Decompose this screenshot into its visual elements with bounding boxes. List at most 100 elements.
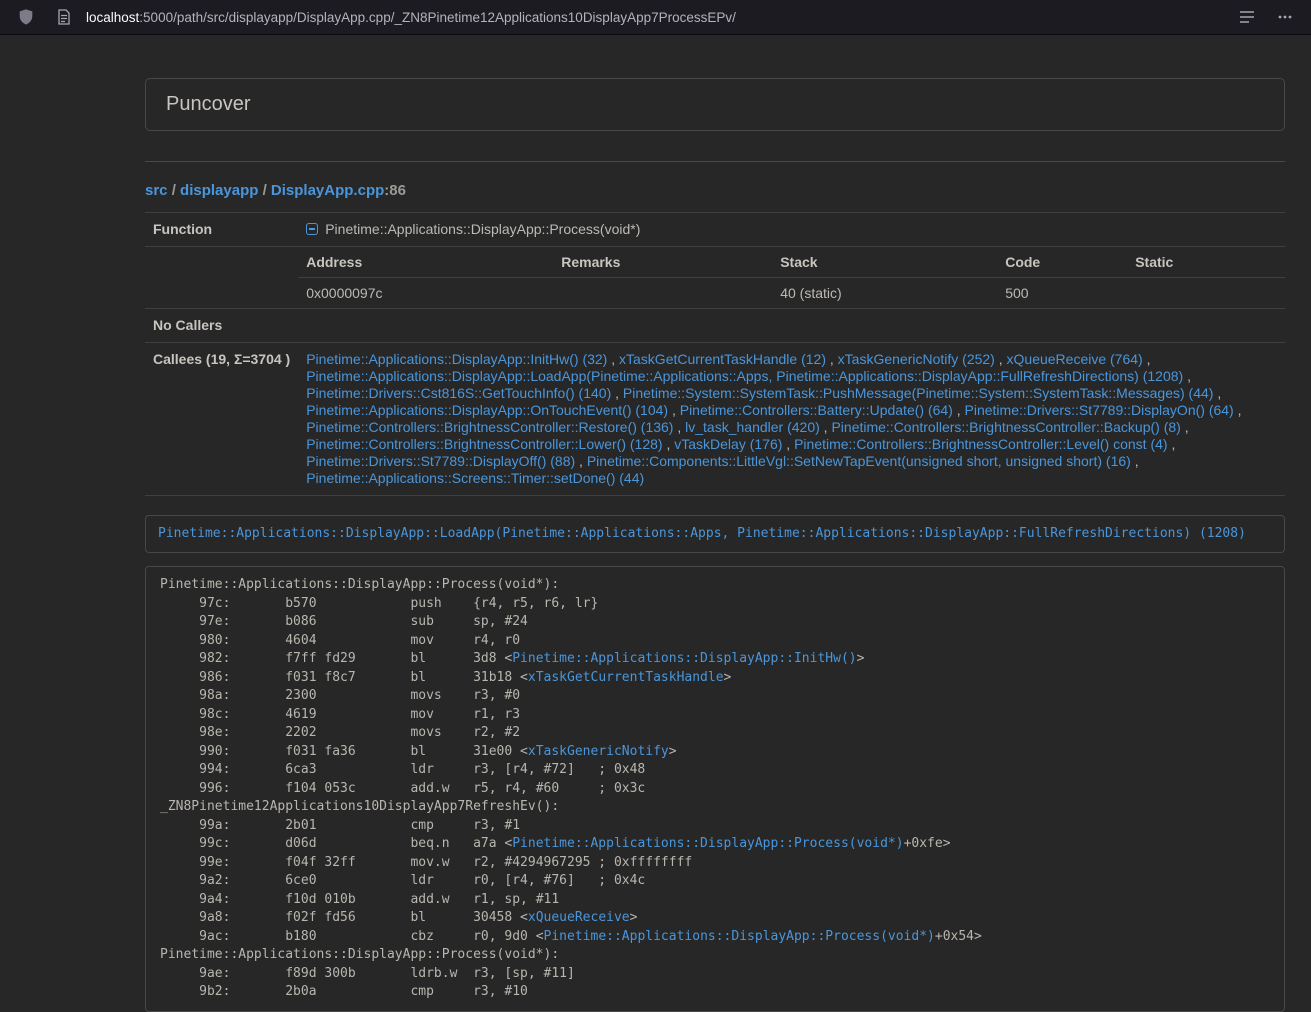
breadcrumb-line-number: :86 — [384, 182, 406, 199]
code-value: 500 — [997, 278, 1127, 309]
breadcrumb-separator: / — [258, 182, 271, 199]
callee-separator: , — [575, 453, 587, 469]
code-symbol-link[interactable]: Pinetime::Applications::DisplayApp::Init… — [512, 651, 856, 666]
callee-link[interactable]: Pinetime::Controllers::BrightnessControl… — [306, 419, 673, 435]
callee-separator: , — [820, 419, 832, 435]
browser-toolbar: localhost:5000/path/src/displayapp/Displ… — [0, 0, 1311, 35]
column-address: Address — [298, 247, 553, 278]
column-remarks: Remarks — [553, 247, 772, 278]
callee-separator: , — [1183, 368, 1191, 384]
callee-separator: , — [1234, 402, 1242, 418]
code-line: 980: 4604 mov r4, r0 — [160, 632, 1284, 651]
callee-link[interactable]: Pinetime::System::SystemTask::PushMessag… — [623, 385, 1214, 401]
code-line: 99c: d06d beq.n a7a <Pinetime::Applicati… — [160, 835, 1284, 854]
callee-separator: , — [1181, 419, 1189, 435]
metrics-value-row: 0x0000097c 40 (static) 500 — [298, 278, 1285, 309]
function-label: Function — [145, 213, 298, 247]
remarks-value — [553, 278, 772, 309]
callee-link[interactable]: Pinetime::Applications::Screens::Timer::… — [306, 470, 644, 486]
callee-separator: , — [668, 402, 680, 418]
callee-link[interactable]: vTaskDelay (176) — [674, 436, 782, 452]
callee-separator: , — [673, 419, 685, 435]
code-symbol-link[interactable]: xTaskGetCurrentTaskHandle — [528, 670, 724, 685]
reader-view-icon[interactable] — [1233, 3, 1261, 31]
url-host: localhost — [86, 10, 139, 25]
metrics-label-cell — [145, 247, 298, 309]
metrics-row: Address Remarks Stack Code Static 0x0000… — [145, 247, 1285, 309]
breadcrumb-link[interactable]: src — [145, 182, 168, 199]
callee-link[interactable]: Pinetime::Controllers::Battery::Update()… — [680, 402, 953, 418]
url-path: :5000/path/src/displayapp/DisplayApp.cpp… — [139, 10, 736, 25]
callee-link[interactable]: Pinetime::Drivers::St7789::DisplayOff() … — [306, 453, 575, 469]
callee-link[interactable]: xQueueReceive (764) — [1007, 351, 1143, 367]
code-symbol-link[interactable]: xTaskGenericNotify — [528, 744, 669, 759]
column-static: Static — [1127, 247, 1285, 278]
page-icon[interactable] — [50, 3, 78, 31]
highlighted-symbol-box: Pinetime::Applications::DisplayApp::Load… — [145, 515, 1285, 553]
no-callers-cell — [298, 309, 1285, 343]
code-line: 99e: f04f 32ff mov.w r2, #4294967295 ; 0… — [160, 854, 1284, 873]
code-line: 994: 6ca3 ldr r3, [r4, #72] ; 0x48 — [160, 761, 1284, 780]
callee-link[interactable]: Pinetime::Components::LittleVgl::SetNewT… — [587, 453, 1131, 469]
callee-link[interactable]: Pinetime::Controllers::BrightnessControl… — [831, 419, 1180, 435]
callee-separator: , — [607, 351, 619, 367]
code-symbol-link[interactable]: Pinetime::Applications::DisplayApp::Proc… — [544, 929, 935, 944]
more-menu-icon[interactable] — [1271, 3, 1299, 31]
function-row: Function Pinetime::Applications::Display… — [145, 213, 1285, 247]
function-name: Pinetime::Applications::DisplayApp::Proc… — [325, 221, 640, 237]
callee-link[interactable]: Pinetime::Controllers::BrightnessControl… — [306, 436, 662, 452]
callee-link[interactable]: Pinetime::Drivers::Cst816S::GetTouchInfo… — [306, 385, 611, 401]
breadcrumb-link[interactable]: displayapp — [180, 182, 258, 199]
column-code: Code — [997, 247, 1127, 278]
code-line: Pinetime::Applications::DisplayApp::Proc… — [160, 946, 1284, 965]
metrics-table: Address Remarks Stack Code Static 0x0000… — [298, 247, 1285, 308]
code-line: 97c: b570 push {r4, r5, r6, lr} — [160, 595, 1284, 614]
code-line: 982: f7ff fd29 bl 3d8 <Pinetime::Applica… — [160, 650, 1284, 669]
no-callers-row: No Callers — [145, 309, 1285, 343]
callee-link[interactable]: lv_task_handler (420) — [685, 419, 820, 435]
code-line: 98e: 2202 movs r2, #2 — [160, 724, 1284, 743]
no-callers-label: No Callers — [145, 309, 298, 343]
disassembly: Pinetime::Applications::DisplayApp::Proc… — [145, 566, 1285, 1012]
code-line: 98a: 2300 movs r3, #0 — [160, 687, 1284, 706]
metrics-cell: Address Remarks Stack Code Static 0x0000… — [298, 247, 1285, 309]
callee-link[interactable]: Pinetime::Applications::DisplayApp::Init… — [306, 351, 607, 367]
stack-value: 40 (static) — [772, 278, 997, 309]
metrics-header-row: Address Remarks Stack Code Static — [298, 247, 1285, 278]
breadcrumb-link[interactable]: DisplayApp.cpp — [271, 182, 384, 199]
tracking-protection-shield-icon[interactable] — [12, 3, 40, 31]
function-table: Function Pinetime::Applications::Display… — [145, 212, 1285, 496]
callee-link[interactable]: xTaskGetCurrentTaskHandle (12) — [619, 351, 826, 367]
breadcrumb: src / displayapp / DisplayApp.cpp:86 — [145, 182, 1285, 200]
highlighted-symbol-link[interactable]: Pinetime::Applications::DisplayApp::Load… — [158, 526, 1246, 541]
code-line: 9a8: f02f fd56 bl 30458 <xQueueReceive> — [160, 909, 1284, 928]
callee-separator: , — [826, 351, 838, 367]
callee-separator: , — [782, 436, 794, 452]
code-symbol-link[interactable]: xQueueReceive — [528, 910, 630, 925]
callee-separator: , — [1168, 436, 1176, 452]
page-title: Puncover — [166, 93, 251, 115]
callee-link[interactable]: Pinetime::Applications::DisplayApp::Load… — [306, 368, 1183, 384]
code-line: 97e: b086 sub sp, #24 — [160, 613, 1284, 632]
callees-cell: Pinetime::Applications::DisplayApp::Init… — [298, 343, 1285, 496]
callee-link[interactable]: Pinetime::Applications::DisplayApp::OnTo… — [306, 402, 668, 418]
callee-link[interactable]: Pinetime::Drivers::St7789::DisplayOn() (… — [965, 402, 1234, 418]
callee-separator: , — [953, 402, 965, 418]
callee-link[interactable]: xTaskGenericNotify (252) — [838, 351, 995, 367]
code-line: 9ac: b180 cbz r0, 9d0 <Pinetime::Applica… — [160, 928, 1284, 947]
address-value: 0x0000097c — [298, 278, 553, 309]
callee-separator: , — [1213, 385, 1221, 401]
code-symbol-link[interactable]: Pinetime::Applications::DisplayApp::Proc… — [512, 836, 903, 851]
code-line: 9a4: f10d 010b add.w r1, sp, #11 — [160, 891, 1284, 910]
url-bar[interactable]: localhost:5000/path/src/displayapp/Displ… — [86, 10, 1233, 25]
callee-separator: , — [1143, 351, 1151, 367]
code-line: 9b2: 2b0a cmp r3, #10 — [160, 983, 1284, 1002]
breadcrumb-separator: / — [168, 182, 181, 199]
callees-label: Callees (19, Σ=3704 ) — [145, 343, 298, 496]
code-line: Pinetime::Applications::DisplayApp::Proc… — [160, 576, 1284, 595]
callee-link[interactable]: Pinetime::Controllers::BrightnessControl… — [794, 436, 1167, 452]
code-line: 99a: 2b01 cmp r3, #1 — [160, 817, 1284, 836]
function-icon — [306, 223, 318, 235]
code-line: 986: f031 f8c7 bl 31b18 <xTaskGetCurrent… — [160, 669, 1284, 688]
page-content: Puncover src / displayapp / DisplayApp.c… — [145, 35, 1285, 1012]
